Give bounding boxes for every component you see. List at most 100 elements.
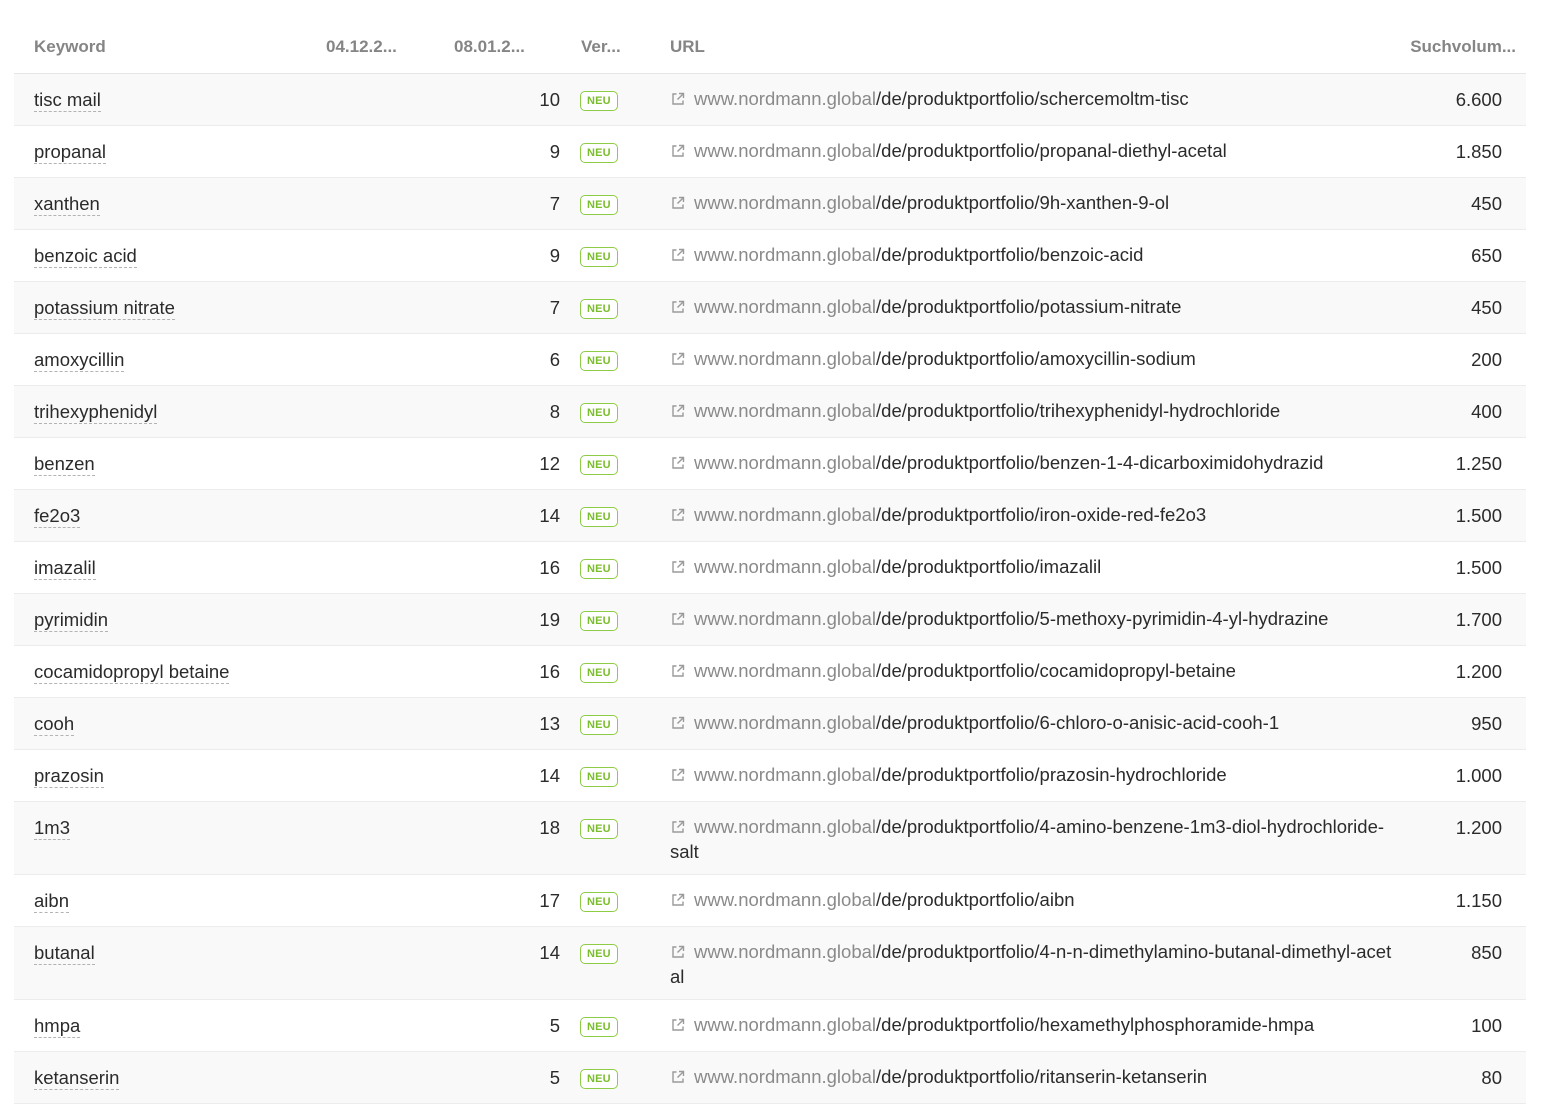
new-badge: NEU	[580, 299, 618, 319]
table-row: tisc mail 10 NEU www.nordmann.global/de/…	[14, 74, 1526, 126]
external-link-icon[interactable]	[670, 299, 686, 315]
url-cell: www.nordmann.global/de/produktportfolio/…	[670, 710, 1410, 735]
keyword-table: Keyword 04.12.2... 08.01.2... Ver... URL…	[14, 20, 1526, 1104]
table-row: aibn 17 NEU www.nordmann.global/de/produ…	[14, 875, 1526, 927]
url-link[interactable]: www.nordmann.global/de/produktportfolio/…	[670, 941, 1391, 987]
position-cell: 8	[549, 401, 560, 422]
keyword-link[interactable]: amoxycillin	[34, 349, 125, 372]
keyword-link[interactable]: ketanserin	[34, 1067, 120, 1090]
keyword-link[interactable]: hmpa	[34, 1015, 81, 1038]
table-row: propanal 9 NEU www.nordmann.global/de/pr…	[14, 126, 1526, 178]
external-link-icon[interactable]	[670, 611, 686, 627]
external-link-icon[interactable]	[670, 819, 686, 835]
url-link[interactable]: www.nordmann.global/de/produktportfolio/…	[694, 88, 1189, 109]
url-link[interactable]: www.nordmann.global/de/produktportfolio/…	[670, 816, 1384, 862]
keyword-link[interactable]: xanthen	[34, 193, 100, 216]
url-link[interactable]: www.nordmann.global/de/produktportfolio/…	[694, 1066, 1207, 1087]
external-link-icon[interactable]	[670, 403, 686, 419]
url-link[interactable]: www.nordmann.global/de/produktportfolio/…	[694, 712, 1279, 733]
change-cell: NEU	[560, 890, 670, 914]
keyword-link[interactable]: imazalil	[34, 557, 96, 580]
keyword-link[interactable]: aibn	[34, 890, 69, 913]
column-header-date2[interactable]: 08.01.2...	[434, 37, 560, 57]
url-cell: www.nordmann.global/de/produktportfolio/…	[670, 554, 1410, 579]
table-row: benzoic acid 9 NEU www.nordmann.global/d…	[14, 230, 1526, 282]
position-cell: 7	[549, 297, 560, 318]
url-link[interactable]: www.nordmann.global/de/produktportfolio/…	[694, 244, 1143, 265]
keyword-link[interactable]: prazosin	[34, 765, 104, 788]
url-link[interactable]: www.nordmann.global/de/produktportfolio/…	[694, 400, 1280, 421]
table-row: benzen 12 NEU www.nordmann.global/de/pro…	[14, 438, 1526, 490]
external-link-icon[interactable]	[670, 715, 686, 731]
keyword-link[interactable]: fe2o3	[34, 505, 81, 528]
url-link[interactable]: www.nordmann.global/de/produktportfolio/…	[694, 1014, 1314, 1035]
url-host: www.nordmann.global	[694, 452, 877, 473]
url-link[interactable]: www.nordmann.global/de/produktportfolio/…	[694, 889, 1075, 910]
external-link-icon[interactable]	[670, 143, 686, 159]
column-header-date1[interactable]: 04.12.2...	[306, 37, 434, 57]
external-link-icon[interactable]	[670, 91, 686, 107]
position-cell: 7	[549, 193, 560, 214]
table-row: ketanserin 5 NEU www.nordmann.global/de/…	[14, 1052, 1526, 1104]
url-cell: www.nordmann.global/de/produktportfolio/…	[670, 606, 1410, 631]
new-badge: NEU	[580, 1069, 618, 1089]
volume-cell: 1.500	[1455, 505, 1502, 526]
keyword-link[interactable]: benzoic acid	[34, 245, 137, 268]
column-header-url[interactable]: URL	[670, 34, 1410, 59]
keyword-link[interactable]: propanal	[34, 141, 107, 164]
url-link[interactable]: www.nordmann.global/de/produktportfolio/…	[694, 504, 1206, 525]
url-link[interactable]: www.nordmann.global/de/produktportfolio/…	[694, 452, 1323, 473]
url-link[interactable]: www.nordmann.global/de/produktportfolio/…	[694, 192, 1169, 213]
volume-cell: 6.600	[1455, 89, 1502, 110]
url-path: /de/produktportfolio/benzoic-acid	[876, 244, 1144, 265]
keyword-link[interactable]: benzen	[34, 453, 95, 476]
url-host: www.nordmann.global	[694, 244, 877, 265]
keyword-link[interactable]: butanal	[34, 942, 95, 965]
keyword-link[interactable]: tisc mail	[34, 89, 101, 112]
keyword-link[interactable]: potassium nitrate	[34, 297, 175, 320]
keyword-link[interactable]: 1m3	[34, 817, 70, 840]
external-link-icon[interactable]	[670, 944, 686, 960]
external-link-icon[interactable]	[670, 1069, 686, 1085]
external-link-icon[interactable]	[670, 195, 686, 211]
url-link[interactable]: www.nordmann.global/de/produktportfolio/…	[694, 764, 1227, 785]
keyword-link[interactable]: cooh	[34, 713, 75, 736]
url-cell: www.nordmann.global/de/produktportfolio/…	[670, 814, 1410, 864]
url-path: /de/produktportfolio/ritanserin-ketanser…	[876, 1066, 1208, 1087]
url-cell: www.nordmann.global/de/produktportfolio/…	[670, 887, 1410, 912]
url-link[interactable]: www.nordmann.global/de/produktportfolio/…	[694, 556, 1101, 577]
column-header-volume[interactable]: Suchvolum...	[1410, 37, 1526, 57]
external-link-icon[interactable]	[670, 559, 686, 575]
url-link[interactable]: www.nordmann.global/de/produktportfolio/…	[694, 660, 1236, 681]
external-link-icon[interactable]	[670, 1017, 686, 1033]
url-path: /de/produktportfolio/benzen-1-4-dicarbox…	[876, 452, 1324, 473]
url-link[interactable]: www.nordmann.global/de/produktportfolio/…	[694, 608, 1328, 629]
column-header-keyword[interactable]: Keyword	[14, 37, 306, 57]
column-header-change[interactable]: Ver...	[560, 37, 670, 57]
new-badge: NEU	[580, 892, 618, 912]
url-path: /de/produktportfolio/amoxycillin-sodium	[876, 348, 1196, 369]
url-link[interactable]: www.nordmann.global/de/produktportfolio/…	[694, 348, 1196, 369]
keyword-link[interactable]: trihexyphenidyl	[34, 401, 158, 424]
external-link-icon[interactable]	[670, 663, 686, 679]
new-badge: NEU	[580, 944, 618, 964]
external-link-icon[interactable]	[670, 892, 686, 908]
keyword-cell: cooh	[14, 713, 306, 736]
url-path: /de/produktportfolio/5-methoxy-pyrimidin…	[876, 608, 1329, 629]
url-link[interactable]: www.nordmann.global/de/produktportfolio/…	[694, 140, 1227, 161]
url-cell: www.nordmann.global/de/produktportfolio/…	[670, 346, 1410, 371]
external-link-icon[interactable]	[670, 351, 686, 367]
url-cell: www.nordmann.global/de/produktportfolio/…	[670, 190, 1410, 215]
keyword-link[interactable]: cocamidopropyl betaine	[34, 661, 230, 684]
keyword-cell: cocamidopropyl betaine	[14, 661, 306, 684]
external-link-icon[interactable]	[670, 507, 686, 523]
url-host: www.nordmann.global	[694, 1014, 877, 1035]
keyword-cell: propanal	[14, 141, 306, 164]
change-cell: NEU	[560, 609, 670, 633]
position-cell: 5	[549, 1015, 560, 1036]
external-link-icon[interactable]	[670, 247, 686, 263]
url-link[interactable]: www.nordmann.global/de/produktportfolio/…	[694, 296, 1181, 317]
keyword-link[interactable]: pyrimidin	[34, 609, 109, 632]
external-link-icon[interactable]	[670, 767, 686, 783]
external-link-icon[interactable]	[670, 455, 686, 471]
